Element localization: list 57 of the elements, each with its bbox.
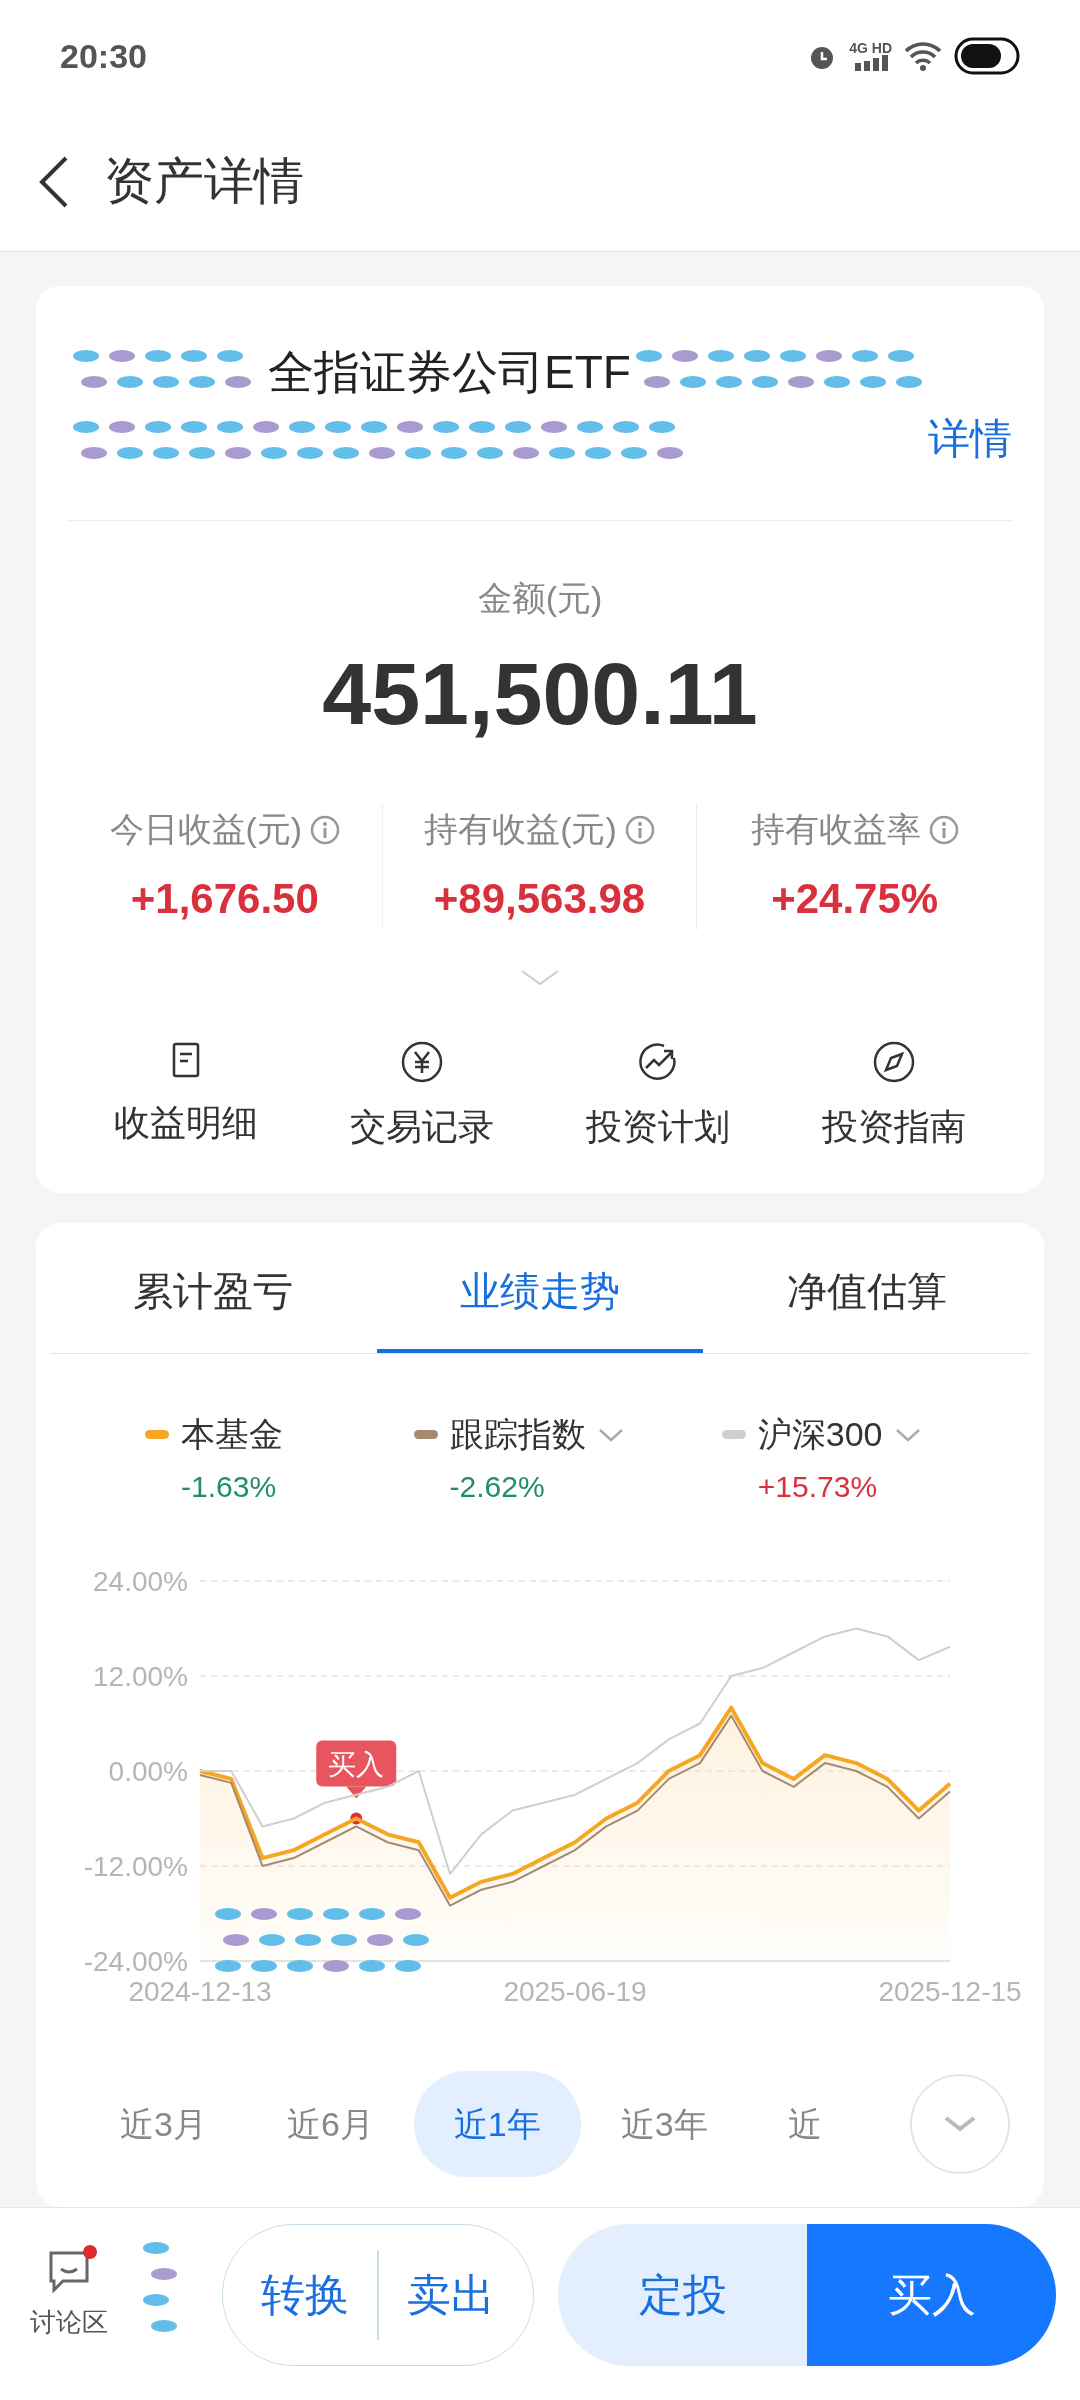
amount-value: 451,500.11 xyxy=(322,643,758,745)
legend-value: -2.62% xyxy=(449,1469,545,1505)
y-axis-label: -24.00% xyxy=(83,1946,188,1977)
stat-label: 持有收益率 xyxy=(750,809,921,850)
legend-label: 跟踪指数 xyxy=(449,1414,586,1455)
chevron-down-icon[interactable] xyxy=(894,1426,921,1443)
expand-icon[interactable] xyxy=(520,968,560,988)
action-button[interactable]: 投资计划 xyxy=(540,1040,776,1154)
action-button[interactable]: 交易记录 xyxy=(304,1040,540,1154)
legend-value: -1.63% xyxy=(181,1469,277,1505)
trade-button[interactable]: 卖出 xyxy=(379,2250,523,2340)
toggle-icon xyxy=(954,37,1020,75)
page-title: 资产详情 xyxy=(104,152,304,211)
legend-label: 沪深300 xyxy=(757,1414,883,1455)
action-button[interactable]: 投资指南 xyxy=(776,1040,1012,1154)
stat-value: +1,676.50 xyxy=(130,874,319,924)
range-tab[interactable]: 近3月 xyxy=(80,2071,247,2177)
stat-label: 持有收益(元) xyxy=(424,809,617,850)
network-label: 4G HD xyxy=(849,41,892,55)
stat-value: +24.75% xyxy=(771,874,939,924)
chart-tab[interactable]: 净值估算 xyxy=(703,1233,1030,1353)
x-axis-label: 2025-06-19 xyxy=(503,1976,647,2007)
y-axis-label: -12.00% xyxy=(83,1851,188,1882)
y-axis-label: 24.00% xyxy=(93,1566,188,1597)
legend-value: +15.73% xyxy=(757,1469,878,1505)
range-tab[interactable]: 近6月 xyxy=(246,2071,414,2177)
chart-tab[interactable]: 业绩走势 xyxy=(376,1233,704,1353)
stat-label: 今日收益(元) xyxy=(109,809,303,850)
action-button[interactable]: 收益明细 xyxy=(68,1040,304,1154)
y-axis-label: 12.00% xyxy=(93,1661,188,1692)
chevron-down-icon[interactable] xyxy=(597,1426,624,1443)
info-icon[interactable] xyxy=(928,814,959,845)
chevron-down-icon xyxy=(943,2115,977,2133)
info-icon[interactable] xyxy=(310,814,341,845)
trade-button[interactable]: 定投 xyxy=(558,2224,807,2366)
range-tab[interactable]: 近3年 xyxy=(580,2071,748,2177)
info-icon[interactable] xyxy=(624,814,655,845)
discussion-button[interactable]: 讨论区 xyxy=(24,2248,114,2342)
stat-value: +89,563.98 xyxy=(433,874,646,924)
trade-button[interactable]: 买入 xyxy=(807,2224,1056,2366)
amount-label: 金额(元) xyxy=(477,578,603,619)
signal-icon xyxy=(852,55,889,71)
x-axis-label: 2024-12-13 xyxy=(128,1976,272,2007)
yuan-icon xyxy=(400,1040,444,1084)
detail-link[interactable]: 详情 xyxy=(928,407,1012,470)
range-tab[interactable]: 近 xyxy=(747,2071,822,2177)
trade-button[interactable]: 转换 xyxy=(233,2250,377,2340)
wifi-icon xyxy=(904,41,942,71)
chart-tab[interactable]: 累计盈亏 xyxy=(50,1233,377,1353)
x-axis-label: 2025-12-15 xyxy=(878,1976,1022,2007)
legend-label: 本基金 xyxy=(181,1414,283,1455)
range-tab[interactable]: 近1年 xyxy=(413,2071,581,2177)
status-time: 20:30 xyxy=(60,35,147,77)
compass-icon xyxy=(872,1040,916,1084)
fund-name: 全指证券公司ETF xyxy=(268,345,631,400)
y-axis-label: 0.00% xyxy=(108,1756,188,1787)
annotation: 买入 xyxy=(328,1748,385,1780)
